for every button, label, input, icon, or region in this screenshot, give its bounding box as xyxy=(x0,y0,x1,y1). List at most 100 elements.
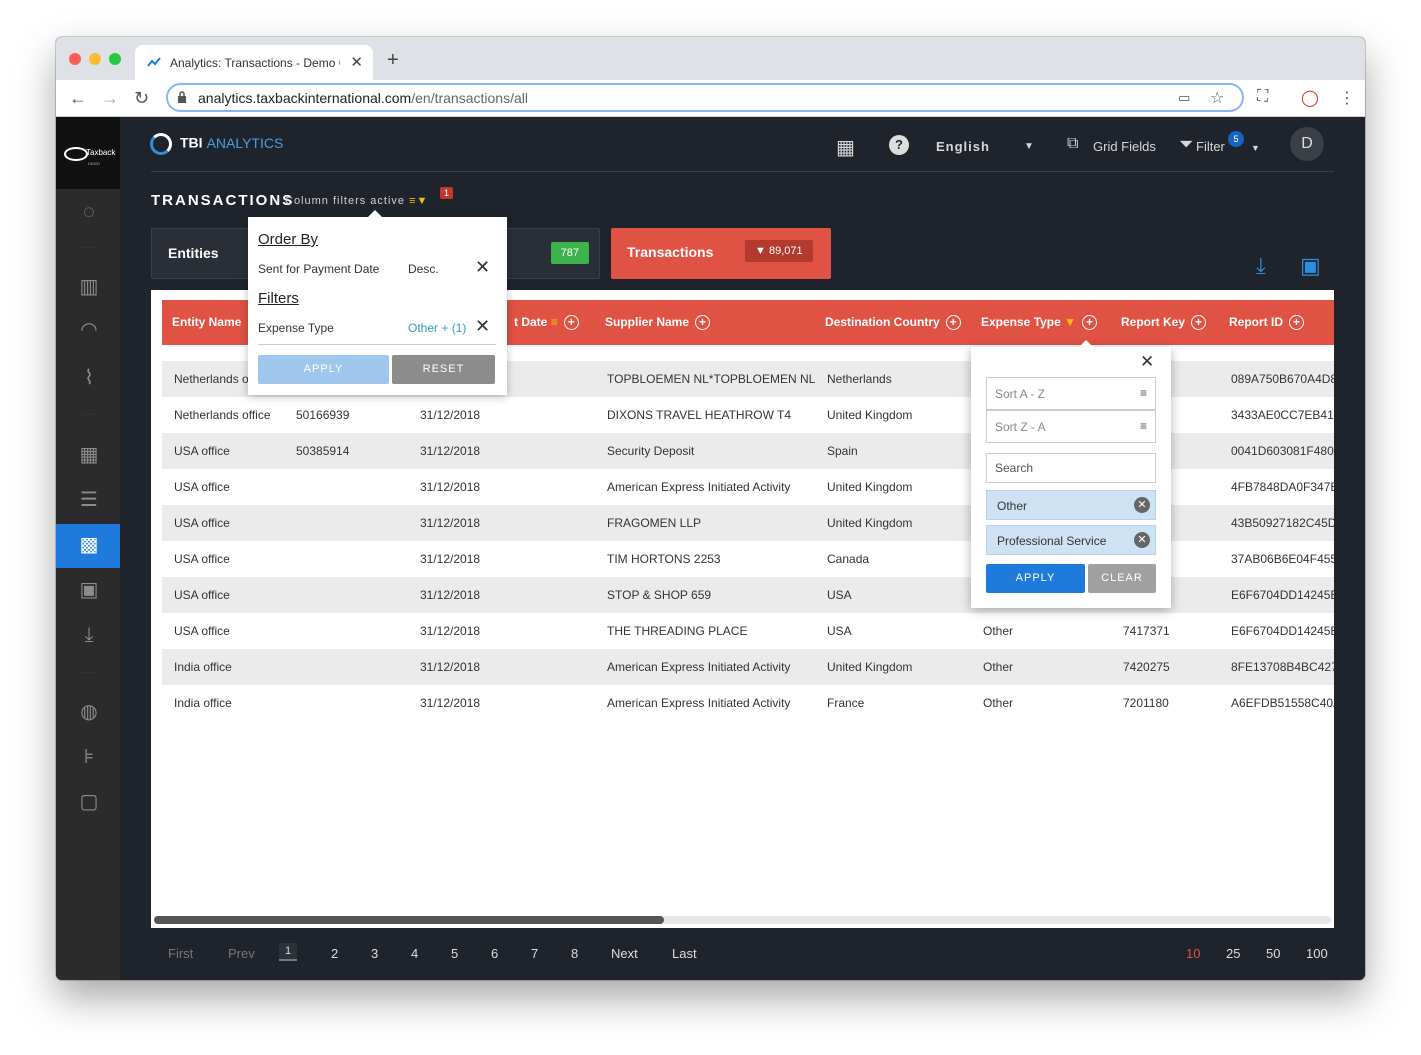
language-select[interactable]: English xyxy=(936,139,990,154)
page-8-button[interactable]: 8 xyxy=(571,946,578,961)
funnel-icon[interactable]: ▼ xyxy=(1064,315,1076,329)
browser-menu-icon[interactable]: ⋮ xyxy=(1339,88,1355,108)
page-5-button[interactable]: 5 xyxy=(451,946,458,961)
forward-icon[interactable]: → xyxy=(101,88,119,109)
screenshot-icon[interactable]: ⛶ xyxy=(1257,88,1268,106)
column-header-entity-name[interactable]: Entity Name xyxy=(172,315,241,329)
apply-button[interactable]: APPLY xyxy=(986,564,1085,593)
dashboard-icon[interactable]: ▦ xyxy=(76,442,102,468)
cell-report-key: 7201180 xyxy=(1123,696,1169,710)
download-icon[interactable]: ⤓ xyxy=(76,622,102,648)
add-filter-icon[interactable]: + xyxy=(945,315,961,331)
download-icon[interactable]: ⤓ xyxy=(1256,253,1266,279)
apply-button[interactable]: APPLY xyxy=(258,355,389,384)
remove-filter-icon[interactable]: ✕ xyxy=(475,316,490,337)
search-input[interactable]: Search xyxy=(986,453,1156,483)
next-page-button[interactable]: Next xyxy=(611,946,638,961)
cast-icon[interactable]: ▭ xyxy=(1178,90,1190,106)
save-icon[interactable]: ▣ xyxy=(1300,253,1321,279)
column-header-report-key[interactable]: Report Key + xyxy=(1121,315,1207,331)
close-popup-icon[interactable]: ✕ xyxy=(1140,352,1154,372)
column-header-supplier-name[interactable]: Supplier Name + xyxy=(605,315,711,331)
first-page-button[interactable]: First xyxy=(168,946,193,961)
list-icon[interactable]: ☰ xyxy=(76,487,102,513)
filter-icon[interactable]: ⏷ xyxy=(1179,134,1193,155)
back-icon[interactable]: ← xyxy=(69,88,87,109)
scrollbar-thumb[interactable] xyxy=(154,916,664,924)
chevron-down-icon[interactable]: ▼ xyxy=(1024,141,1034,152)
last-page-button[interactable]: Last xyxy=(672,946,697,961)
filter-value[interactable]: Other + (1) xyxy=(408,321,466,335)
cell-date: 31/12/2018 xyxy=(420,552,481,566)
address-bar[interactable]: analytics.taxbackinternational.com/en/tr… xyxy=(166,83,1244,112)
add-filter-icon[interactable]: + xyxy=(695,315,711,331)
page-size-25[interactable]: 25 xyxy=(1226,946,1240,961)
bar-chart-icon[interactable]: ▥ xyxy=(76,274,102,300)
transactions-card[interactable]: Transactions ▼ 89,071 xyxy=(611,228,831,279)
grid-icon[interactable]: ▩ xyxy=(76,532,102,558)
reset-button[interactable]: RESET xyxy=(392,355,495,384)
page-2-button[interactable]: 2 xyxy=(331,946,338,961)
line-chart-icon[interactable]: ⌇ xyxy=(76,365,102,391)
filter-chevron-icon[interactable]: ▼ xyxy=(1251,143,1260,153)
page-6-button[interactable]: 6 xyxy=(491,946,498,961)
add-filter-icon[interactable]: + xyxy=(1289,315,1304,331)
add-filter-icon[interactable]: + xyxy=(1191,315,1207,331)
table-row[interactable]: India office 31/12/2018 American Express I… xyxy=(162,685,1334,721)
apps-grid-icon[interactable]: ▦ xyxy=(836,135,855,160)
add-filter-icon[interactable]: + xyxy=(1082,315,1098,331)
column-header-sent-date[interactable]: t Date ≡ + xyxy=(514,315,579,331)
maximize-window-button[interactable] xyxy=(109,53,121,65)
remove-chip-icon[interactable]: ✕ xyxy=(1134,497,1150,513)
opera-icon[interactable]: ◯ xyxy=(1301,88,1319,108)
remove-chip-icon[interactable]: ✕ xyxy=(1134,532,1150,548)
hierarchy-icon[interactable]: ⊧ xyxy=(76,744,102,770)
filter-chip-other[interactable]: Other ✕ xyxy=(986,490,1156,520)
table-row[interactable]: USA office 31/12/2018 THE THREADING PLACE U… xyxy=(162,613,1334,649)
gauge-icon[interactable]: ◠ xyxy=(76,317,102,343)
remove-order-icon[interactable]: ✕ xyxy=(475,257,490,278)
globe-icon[interactable]: ◍ xyxy=(76,699,102,725)
page-size-10[interactable]: 10 xyxy=(1186,946,1200,961)
tab-close-icon[interactable]: ✕ xyxy=(350,53,363,71)
save-icon[interactable]: ▣ xyxy=(76,577,102,603)
cell-supplier-name: American Express Initiated Activity xyxy=(607,480,791,494)
sort-z-a-option[interactable]: Sort Z - A ≡ xyxy=(986,410,1156,443)
avatar[interactable]: D xyxy=(1290,127,1324,161)
minimize-window-button[interactable] xyxy=(89,53,101,65)
column-filters-indicator[interactable]: Column filters active ≡▼ xyxy=(285,195,428,207)
reload-icon[interactable]: ↻ xyxy=(134,88,149,109)
page-4-button[interactable]: 4 xyxy=(411,946,418,961)
loading-icon[interactable]: ◌ xyxy=(76,199,102,225)
grid-fields-button[interactable]: Grid Fields xyxy=(1093,139,1156,154)
horizontal-scrollbar[interactable] xyxy=(154,916,1331,924)
sort-a-z-option[interactable]: Sort A - Z ≡ xyxy=(986,377,1156,410)
page-size-100[interactable]: 100 xyxy=(1306,946,1328,961)
column-header-destination-country[interactable]: Destination Country + xyxy=(825,315,961,331)
prev-page-button[interactable]: Prev xyxy=(228,946,255,961)
cell-supplier-name: Security Deposit xyxy=(607,444,695,458)
column-label: Report Key xyxy=(1121,315,1186,329)
sort-desc-icon[interactable]: ≡ xyxy=(551,315,558,329)
column-label: t Date xyxy=(514,315,548,329)
star-icon[interactable]: ☆ xyxy=(1210,88,1224,108)
filter-chip-professional-service[interactable]: Professional Service ✕ xyxy=(986,525,1156,555)
add-filter-icon[interactable]: + xyxy=(563,315,579,331)
grid-fields-icon[interactable]: ⧉ xyxy=(1067,135,1078,153)
help-icon[interactable]: ? xyxy=(889,135,909,155)
page-3-button[interactable]: 3 xyxy=(371,946,378,961)
close-window-button[interactable] xyxy=(69,53,81,65)
clear-button[interactable]: CLEAR xyxy=(1088,564,1156,593)
table-row[interactable]: India office 31/12/2018 American Express I… xyxy=(162,649,1334,685)
column-header-expense-type[interactable]: Expense Type ▼ + xyxy=(981,315,1098,331)
page-1-button[interactable]: 1 xyxy=(279,943,298,961)
page-7-button[interactable]: 7 xyxy=(531,946,538,961)
brand-logo[interactable]: TBI ANALYTICS xyxy=(150,133,283,155)
column-header-report-id[interactable]: Report ID + xyxy=(1229,315,1304,331)
new-tab-button[interactable]: + xyxy=(387,49,399,72)
fullscreen-icon[interactable]: ▢ xyxy=(76,789,102,815)
browser-tab[interactable]: Analytics: Transactions - Demo C ✕ xyxy=(135,45,373,80)
page-size-50[interactable]: 50 xyxy=(1266,946,1280,961)
filter-button[interactable]: Filter xyxy=(1196,139,1225,154)
filter-count-badge: 5 xyxy=(1228,131,1244,147)
